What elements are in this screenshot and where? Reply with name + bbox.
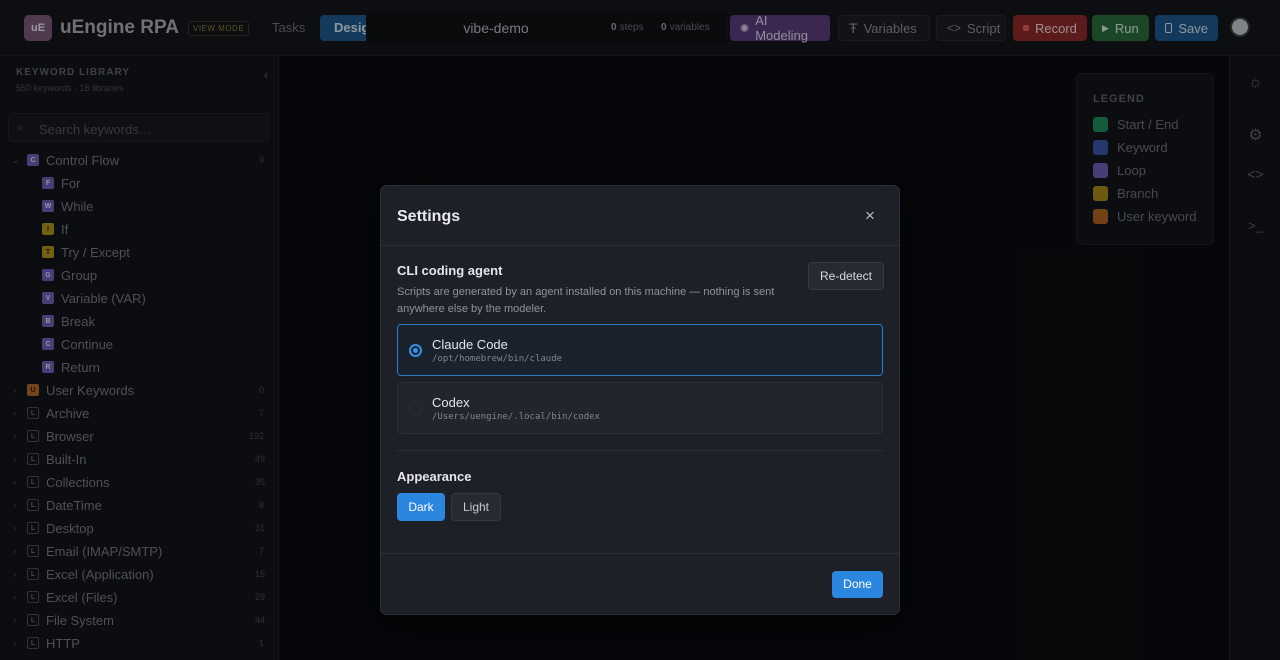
settings-dialog: Settings × CLI coding agent Scripts are … xyxy=(380,185,900,615)
agent-option-codex[interactable]: Codex /Users/uengine/.local/bin/codex xyxy=(397,382,883,434)
agent-option-claude-code[interactable]: Claude Code /opt/homebrew/bin/claude xyxy=(397,324,883,376)
close-icon[interactable]: × xyxy=(859,206,881,228)
dialog-title: Settings xyxy=(397,208,461,225)
theme-light-button[interactable]: Light xyxy=(451,493,501,521)
cli-agent-title: CLI coding agent xyxy=(397,263,503,278)
cli-agent-description: Scripts are generated by an agent instal… xyxy=(397,286,775,315)
agent-name: Claude Code xyxy=(432,337,508,352)
re-detect-button[interactable]: Re-detect xyxy=(808,262,884,290)
section-divider xyxy=(397,450,883,451)
appearance-title: Appearance xyxy=(397,469,472,484)
dialog-footer-divider xyxy=(381,553,899,554)
agent-name: Codex xyxy=(432,395,470,410)
done-button[interactable]: Done xyxy=(832,571,883,598)
dialog-header: Settings × xyxy=(381,186,899,246)
radio-selected[interactable] xyxy=(409,344,422,357)
agent-path: /Users/uengine/.local/bin/codex xyxy=(432,412,600,422)
theme-dark-button[interactable]: Dark xyxy=(397,493,445,521)
radio-unselected[interactable] xyxy=(409,402,422,415)
agent-path: /opt/homebrew/bin/claude xyxy=(432,354,563,364)
